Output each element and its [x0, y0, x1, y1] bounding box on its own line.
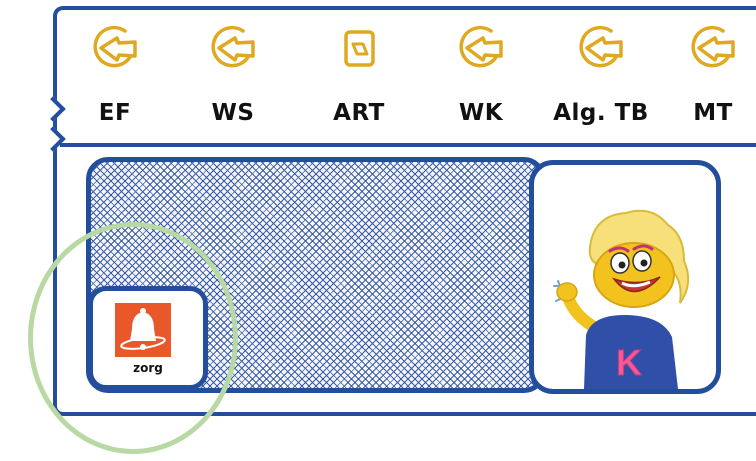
mascot-illustration: K: [553, 209, 690, 389]
tool-art[interactable]: ART: [304, 12, 414, 140]
tool-label-ef: EF: [98, 100, 132, 126]
chevron-circle-icon: [211, 25, 255, 68]
bell-icon: [120, 308, 166, 350]
tool-mt[interactable]: MT: [658, 12, 756, 140]
zorg-label: zorg: [133, 361, 163, 375]
zorg-tile[interactable]: zorg: [88, 286, 208, 390]
tool-wk[interactable]: WK: [426, 12, 536, 140]
tool-ws[interactable]: WS: [178, 12, 288, 140]
tool-alg-tb[interactable]: Alg. TB: [546, 12, 656, 140]
mascot-panel[interactable]: K: [529, 160, 721, 394]
chevron-circle-icon: [579, 25, 623, 68]
tool-label-alg-tb: Alg. TB: [553, 100, 649, 126]
chevron-circle-icon: [459, 25, 503, 68]
chevron-circle-icon: [691, 25, 735, 68]
zorg-button[interactable]: [115, 303, 171, 357]
svg-text:K: K: [616, 342, 642, 383]
toolbar-divider: [60, 143, 756, 147]
chevron-circle-icon: [93, 25, 137, 68]
tool-label-mt: MT: [693, 100, 733, 126]
toolbar: EF WS ART WK Alg. TB MT: [60, 12, 756, 140]
square-document-icon: [344, 30, 375, 67]
tool-label-wk: WK: [458, 100, 504, 126]
tool-label-art: ART: [333, 100, 385, 126]
tool-ef[interactable]: EF: [60, 12, 170, 140]
tool-label-ws: WS: [211, 100, 255, 126]
